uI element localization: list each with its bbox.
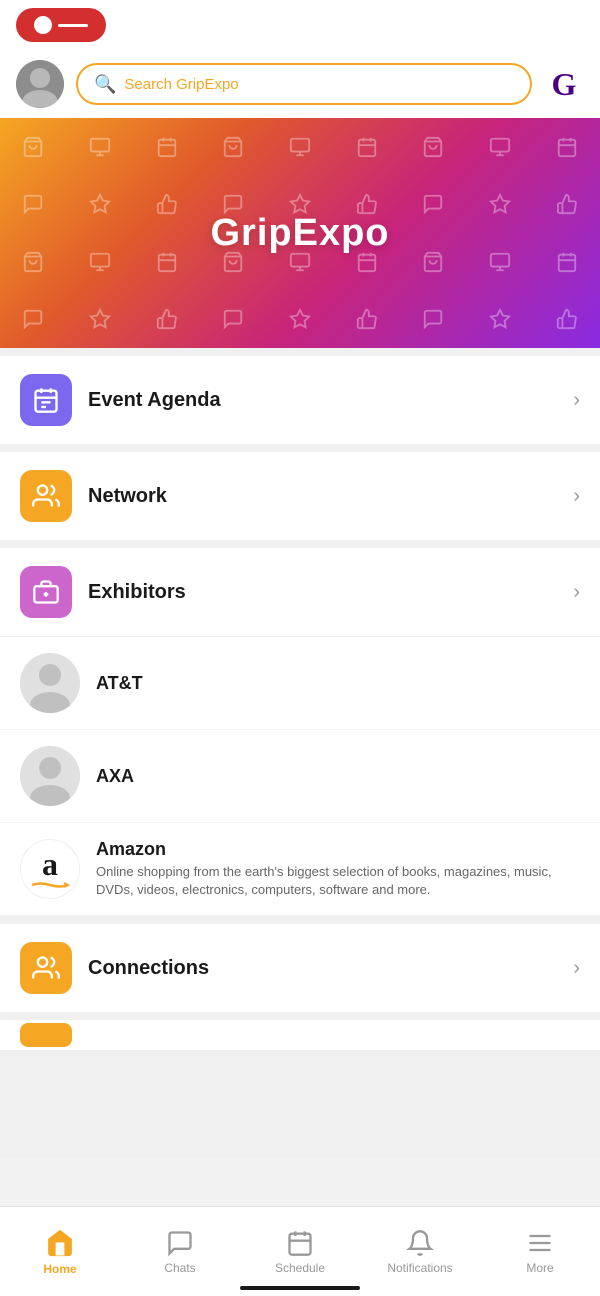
search-icon: 🔍 (94, 74, 116, 95)
hero-icon (533, 118, 600, 176)
search-bar[interactable]: 🔍 Search GripExpo (76, 63, 532, 105)
hero-icon (200, 291, 267, 349)
amazon-avatar: a (20, 839, 80, 899)
amazon-logo-container: a (21, 840, 79, 898)
exhibitors-label: Exhibitors (88, 581, 557, 604)
bottom-nav: Home Chats Schedule Notifications More (0, 1206, 600, 1296)
partial-item (0, 1020, 600, 1050)
hero-icon (67, 118, 134, 176)
network-item[interactable]: Network › (0, 452, 600, 540)
hero-icon (467, 176, 534, 234)
record-line-icon (58, 24, 88, 27)
more-icon (526, 1229, 554, 1257)
connections-icon (20, 942, 72, 994)
status-bar (0, 0, 600, 50)
hero-icon (0, 118, 67, 176)
hero-title: GripExpo (210, 212, 389, 255)
record-button[interactable] (16, 8, 106, 42)
exhibitors-icon (20, 566, 72, 618)
hero-icon (400, 291, 467, 349)
nav-more-label: More (526, 1261, 553, 1275)
exhibitor-item-axa[interactable]: AXA (0, 730, 600, 823)
amazon-description: Online shopping from the earth's biggest… (96, 863, 580, 899)
connections-label: Connections (88, 957, 557, 980)
hero-icon (400, 233, 467, 291)
amazon-logo-a: a (42, 848, 58, 880)
hero-icon (200, 118, 267, 176)
network-icon (20, 470, 72, 522)
hero-icon (400, 118, 467, 176)
event-agenda-icon (20, 374, 72, 426)
axa-info: AXA (96, 766, 134, 787)
amazon-info: Amazon Online shopping from the earth's … (96, 839, 580, 899)
chevron-right-icon: › (573, 389, 580, 412)
avatar-image (16, 60, 64, 108)
nav-notifications-label: Notifications (387, 1261, 452, 1275)
att-info: AT&T (96, 673, 143, 694)
att-name: AT&T (96, 673, 143, 694)
exhibitor-item-att[interactable]: AT&T (0, 637, 600, 730)
chats-icon (166, 1229, 194, 1257)
nav-home[interactable]: Home (0, 1207, 120, 1286)
hero-icon (133, 118, 200, 176)
schedule-icon (286, 1229, 314, 1257)
hero-icon (0, 233, 67, 291)
hero-icon (0, 291, 67, 349)
nav-chats[interactable]: Chats (120, 1207, 240, 1286)
hero-icon (267, 291, 334, 349)
chevron-right-icon: › (573, 581, 580, 604)
hero-icon (267, 118, 334, 176)
network-label: Network (88, 485, 557, 508)
axa-avatar-image (20, 746, 80, 806)
att-avatar-image (20, 653, 80, 713)
hero-icon (467, 118, 534, 176)
hero-icon (67, 291, 134, 349)
event-agenda-item[interactable]: Event Agenda › (0, 356, 600, 444)
axa-name: AXA (96, 766, 134, 787)
axa-avatar (20, 746, 80, 806)
home-indicator (240, 1286, 360, 1290)
chevron-right-icon: › (573, 485, 580, 508)
nav-chats-label: Chats (164, 1261, 195, 1275)
hero-icon (533, 233, 600, 291)
hero-icon (467, 291, 534, 349)
hero-icon (133, 176, 200, 234)
nav-more[interactable]: More (480, 1207, 600, 1286)
hero-icon (133, 233, 200, 291)
partial-icon (20, 1023, 72, 1047)
hero-icon (533, 291, 600, 349)
hero-icon (400, 176, 467, 234)
search-placeholder: Search GripExpo (124, 76, 238, 93)
hero-icon (533, 176, 600, 234)
hero-icon (333, 291, 400, 349)
hero-icon (0, 176, 67, 234)
hero-icon (67, 176, 134, 234)
nav-home-label: Home (43, 1262, 76, 1276)
exhibitors-header[interactable]: Exhibitors › (0, 548, 600, 637)
exhibitors-section: Exhibitors › AT&T (0, 548, 600, 916)
g-logo[interactable]: G (544, 64, 584, 104)
hero-icon (67, 233, 134, 291)
connections-item[interactable]: Connections › (0, 924, 600, 1012)
header: 🔍 Search GripExpo G (0, 50, 600, 118)
home-icon (45, 1228, 75, 1258)
notifications-icon (406, 1229, 434, 1257)
chevron-right-icon: › (573, 957, 580, 980)
event-agenda-label: Event Agenda (88, 389, 557, 412)
att-avatar (20, 653, 80, 713)
record-dot-icon (34, 16, 52, 34)
main-content: Event Agenda › Network › Exhibitors › (0, 348, 600, 1158)
nav-notifications[interactable]: Notifications (360, 1207, 480, 1286)
avatar[interactable] (16, 60, 64, 108)
nav-schedule-label: Schedule (275, 1261, 325, 1275)
hero-banner: GripExpo (0, 118, 600, 348)
amazon-name: Amazon (96, 839, 580, 860)
hero-icon (467, 233, 534, 291)
exhibitor-item-amazon[interactable]: a Amazon Online shopping from the earth'… (0, 823, 600, 916)
hero-icon (133, 291, 200, 349)
nav-schedule[interactable]: Schedule (240, 1207, 360, 1286)
hero-icon (333, 118, 400, 176)
amazon-arrow-icon (30, 880, 70, 890)
